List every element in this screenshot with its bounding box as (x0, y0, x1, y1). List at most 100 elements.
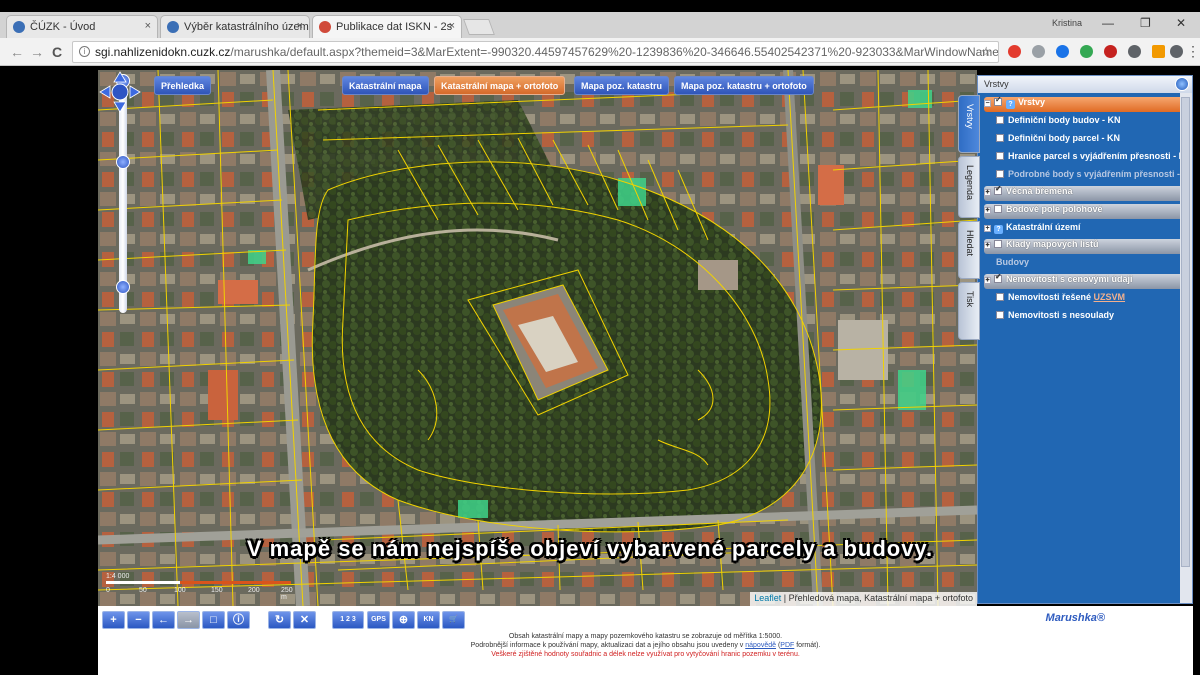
back-icon[interactable]: ← (10, 44, 24, 60)
refresh-button[interactable]: ↻ (268, 611, 291, 629)
expand-icon[interactable]: + (984, 242, 991, 249)
tab-vrstvy[interactable]: Vrstvy (958, 95, 980, 153)
site-info-icon[interactable]: i (79, 46, 90, 57)
layer-label: Klady mapových listů (1006, 239, 1099, 249)
tab-vyber-katastralniho-uzemi[interactable]: Výběr katastrálního územ × (160, 15, 310, 38)
measure-button[interactable]: 1 2 3 (332, 611, 364, 629)
expand-icon[interactable]: + (984, 225, 991, 232)
layer-group-vrstvy[interactable]: −?Vrstvy (984, 97, 1188, 112)
extension-icon[interactable] (1170, 45, 1183, 58)
layer-nemovitosti-resene-uzsvm[interactable]: Nemovitosti řešené UZSVM (984, 292, 1188, 307)
layer-checkbox[interactable] (994, 186, 1002, 195)
minimize-icon[interactable]: — (1102, 16, 1114, 30)
new-tab-button[interactable] (463, 19, 495, 35)
info-button[interactable]: ⓘ (227, 611, 250, 629)
layer-checkbox[interactable] (996, 116, 1004, 124)
close-window-icon[interactable]: ✕ (1176, 16, 1186, 30)
prehledka-button[interactable]: Přehledka (154, 76, 212, 95)
layer-budovy[interactable]: Budovy (984, 257, 1188, 272)
pdf-link[interactable]: PDF (780, 642, 794, 649)
layer-hranice-parcel[interactable]: Hranice parcel s vyjádřením přesnosti - … (984, 151, 1188, 166)
layer-group-bodove-pole[interactable]: + Bodové pole polohové (984, 204, 1188, 219)
gps-button[interactable]: GPS (367, 611, 390, 629)
grammarly-extension-icon[interactable] (1080, 45, 1093, 58)
zoom-out-button[interactable]: − (127, 611, 150, 629)
zoom-in-button[interactable]: + (102, 611, 125, 629)
layer-checkbox[interactable] (996, 311, 1004, 319)
tab-close-icon[interactable]: × (145, 20, 151, 32)
layer-checkbox[interactable] (994, 274, 1002, 283)
locate-button[interactable]: ⊕ (392, 611, 415, 629)
pan-control-icon[interactable] (98, 70, 142, 114)
layer-definicni-body-parcel[interactable]: Definiční body parcel - KN (984, 133, 1188, 148)
url-path: /marushka/default.aspx?themeid=3&MarExte… (230, 45, 999, 59)
mail-extension-icon[interactable] (1152, 45, 1165, 58)
layer-group-nemovitosti-cenove-udaje[interactable]: + Nemovitosti s cenovými údaji (984, 274, 1188, 289)
panel-scrollbar[interactable] (1180, 93, 1192, 603)
tab-hledat[interactable]: Hledat (958, 221, 980, 279)
layer-checkbox[interactable] (996, 293, 1004, 301)
tab-close-icon[interactable]: × (297, 20, 303, 32)
zoom-to-extent-button[interactable]: □ (202, 611, 225, 629)
layer-group-klady-mapovych-listu[interactable]: + Klady mapových listů (984, 239, 1188, 254)
map-canvas[interactable]: Přehledka Katastrální mapa Katastrální m… (98, 70, 977, 606)
layer-definicni-body-budov[interactable]: Definiční body budov - KN (984, 115, 1188, 130)
cuzk-favicon-icon (13, 21, 25, 33)
forward-icon[interactable]: → (30, 44, 44, 60)
layer-group-katastralni-uzemi[interactable]: +? Katastrální území (984, 222, 1188, 237)
bookmark-star-icon[interactable]: ☆ (980, 44, 992, 60)
mapa-poz-katastru-button[interactable]: Mapa poz. katastru (574, 76, 670, 95)
opera-extension-icon[interactable] (1008, 45, 1021, 58)
scrollbar-thumb[interactable] (1181, 97, 1190, 567)
marushka-favicon-icon (319, 21, 331, 33)
maximize-icon[interactable]: ❐ (1140, 16, 1151, 30)
layer-checkbox[interactable] (994, 205, 1002, 213)
layer-checkbox[interactable] (994, 97, 1002, 106)
zoom-out-icon[interactable] (116, 280, 130, 294)
layer-group-vecna-bremena[interactable]: + Věcná břemena (984, 186, 1188, 201)
browser-menu-icon[interactable]: ⋮ (1186, 43, 1200, 60)
expand-icon[interactable]: + (984, 277, 991, 284)
tab-cuzk-uvod[interactable]: ČÚZK - Úvod × (6, 15, 158, 38)
address-bar[interactable]: i sgi.nahlizenidokn.cuzk.cz/marushka/def… (72, 41, 999, 63)
layer-checkbox[interactable] (996, 170, 1004, 178)
clear-button[interactable]: ✕ (293, 611, 316, 629)
zoom-slider-handle[interactable] (116, 155, 130, 169)
layer-checkbox[interactable] (994, 240, 1002, 248)
bottom-toolbar: + − ← → □ ⓘ ↻ ✕ 1 2 3 GPS ⊕ KN 🛒 Marushk… (98, 606, 1193, 675)
tab-close-icon[interactable]: × (449, 20, 455, 32)
expand-icon[interactable]: + (984, 189, 991, 196)
katastralni-mapa-button[interactable]: Katastrální mapa (342, 76, 429, 95)
previous-view-button[interactable]: ← (152, 611, 175, 629)
mapa-poz-katastru-ortofoto-button[interactable]: Mapa poz. katastru + ortofoto (674, 76, 814, 95)
expand-icon[interactable]: + (984, 207, 991, 214)
video-extension-icon[interactable] (1104, 45, 1117, 58)
play-extension-icon[interactable] (1056, 45, 1069, 58)
url-domain: sgi.nahlizenidokn.cuzk.cz (95, 45, 231, 59)
profile-name[interactable]: Kristina (1052, 18, 1082, 28)
tab-legenda[interactable]: Legenda (958, 156, 980, 218)
panel-collapse-icon[interactable] (1175, 77, 1189, 91)
layer-label: Definiční body budov - KN (1008, 115, 1121, 125)
layer-podrobne-body[interactable]: Podrobné body s vyjádřením přesnosti - K… (984, 169, 1188, 184)
tab-publikace-dat-iskn[interactable]: Publikace dat ISKN - 2s × (312, 15, 462, 38)
napoveda-link[interactable]: nápovědě (745, 642, 776, 649)
layer-nemovitosti-s-nesoulady[interactable]: Nemovitosti s nesoulady (984, 310, 1188, 325)
extension-icon[interactable] (1032, 45, 1045, 58)
layer-label: Definiční body parcel - KN (1008, 133, 1121, 143)
collapse-icon[interactable]: − (984, 100, 991, 107)
kn-button[interactable]: KN (417, 611, 440, 629)
uzsvm-link[interactable]: UZSVM (1094, 292, 1126, 302)
layer-checkbox[interactable] (996, 134, 1004, 142)
attribution-text: | Přehledová mapa, Katastrální mapa + or… (781, 593, 973, 603)
tab-title: Publikace dat ISKN - 2s (336, 21, 453, 33)
next-view-button[interactable]: → (177, 611, 200, 629)
tab-tisk[interactable]: Tisk (958, 282, 980, 340)
extension-icon[interactable] (1128, 45, 1141, 58)
leaflet-link[interactable]: Leaflet (754, 593, 781, 603)
katastralni-mapa-ortofoto-button[interactable]: Katastrální mapa + ortofoto (434, 76, 566, 95)
reload-icon[interactable]: C (52, 44, 62, 60)
cart-button[interactable]: 🛒 (442, 611, 465, 629)
help-info-prefix: Podrobnější informace k používání mapy, … (470, 642, 744, 649)
layer-checkbox[interactable] (996, 152, 1004, 160)
